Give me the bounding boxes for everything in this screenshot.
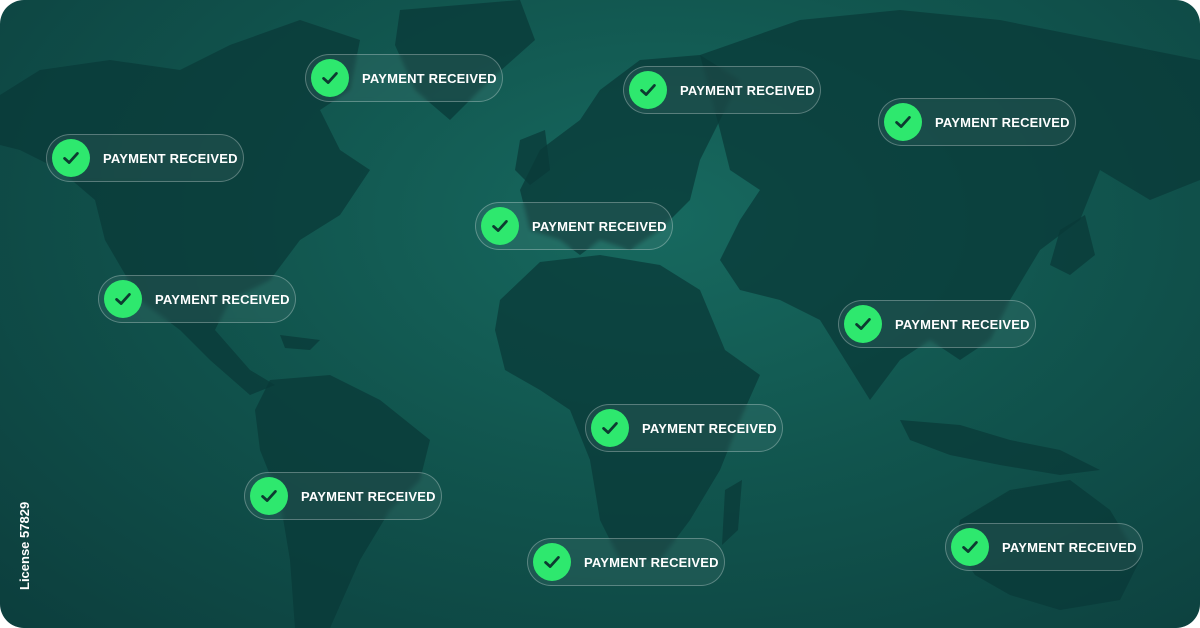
payment-received-badge: PAYMENT RECEIVED [945, 523, 1143, 571]
payment-received-badge: PAYMENT RECEIVED [878, 98, 1076, 146]
payment-received-badge: PAYMENT RECEIVED [527, 538, 725, 586]
payment-received-label: PAYMENT RECEIVED [895, 316, 1030, 332]
payment-received-badge: PAYMENT RECEIVED [475, 202, 673, 250]
payment-received-badge: PAYMENT RECEIVED [585, 404, 783, 452]
license-text: License 57829 [17, 501, 32, 590]
payment-received-label: PAYMENT RECEIVED [301, 488, 436, 504]
payment-received-label: PAYMENT RECEIVED [935, 114, 1070, 130]
payment-received-label: PAYMENT RECEIVED [103, 150, 238, 166]
indonesia-landmass [900, 420, 1100, 475]
payment-received-label: PAYMENT RECEIVED [1002, 539, 1137, 555]
check-icon [311, 59, 349, 97]
payment-received-label: PAYMENT RECEIVED [584, 554, 719, 570]
payment-received-badge: PAYMENT RECEIVED [623, 66, 821, 114]
payment-received-label: PAYMENT RECEIVED [680, 82, 815, 98]
payment-received-label: PAYMENT RECEIVED [155, 291, 290, 307]
payment-received-label: PAYMENT RECEIVED [642, 420, 777, 436]
check-icon [533, 543, 571, 581]
check-icon [844, 305, 882, 343]
payment-received-badge: PAYMENT RECEIVED [838, 300, 1036, 348]
check-icon [951, 528, 989, 566]
check-icon [104, 280, 142, 318]
payment-received-label: PAYMENT RECEIVED [532, 218, 667, 234]
payment-received-badge: PAYMENT RECEIVED [244, 472, 442, 520]
check-icon [250, 477, 288, 515]
payment-received-badge: PAYMENT RECEIVED [46, 134, 244, 182]
check-icon [591, 409, 629, 447]
payment-received-badge: PAYMENT RECEIVED [98, 275, 296, 323]
payment-received-label: PAYMENT RECEIVED [362, 70, 497, 86]
check-icon [884, 103, 922, 141]
madagascar-landmass [722, 480, 742, 545]
payment-received-badge: PAYMENT RECEIVED [305, 54, 503, 102]
caribbean-landmass [280, 335, 320, 350]
check-icon [481, 207, 519, 245]
check-icon [629, 71, 667, 109]
canvas: PAYMENT RECEIVED PAYMENT RECEIVED PAYMEN… [0, 0, 1200, 628]
check-icon [52, 139, 90, 177]
